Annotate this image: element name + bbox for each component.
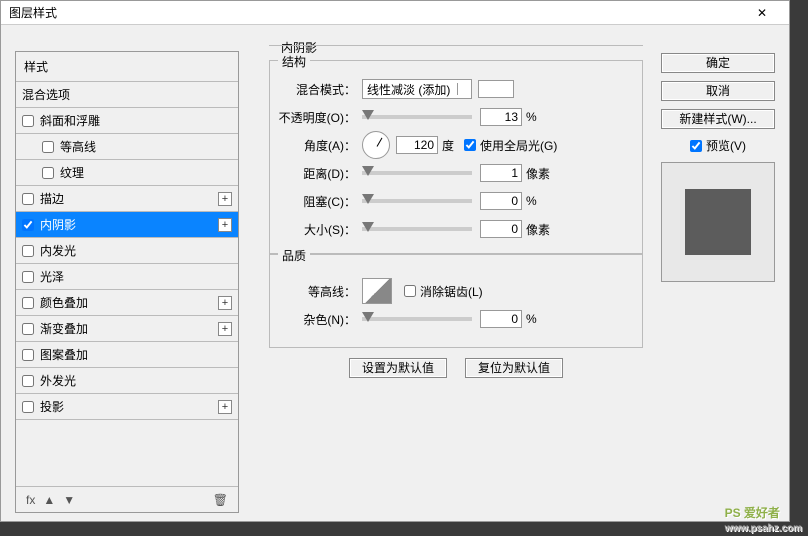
bevel-checkbox[interactable] [22, 115, 34, 127]
outer-glow-checkbox[interactable] [22, 375, 34, 387]
noise-label: 杂色(N)： [278, 311, 362, 328]
stroke-row[interactable]: 描边 + [16, 186, 238, 212]
inner-glow-checkbox[interactable] [22, 245, 34, 257]
titlebar[interactable]: 图层样式 ✕ [1, 1, 789, 25]
dialog-buttons: 确定 取消 新建样式(W)... 预览(V) [661, 53, 775, 282]
structure-group: 结构 混合模式： 线性减淡 (添加) 不透明度(O)： 13 % 角度(A)： [269, 60, 643, 254]
make-default-button[interactable]: 设置为默认值 [349, 358, 447, 378]
contour-row[interactable]: 等高线 [16, 134, 238, 160]
angle-dial[interactable] [362, 131, 390, 159]
blending-options-row[interactable]: 混合选项 [16, 82, 238, 108]
outer-glow-row[interactable]: 外发光 [16, 368, 238, 394]
trash-icon[interactable]: 🗑 [213, 493, 228, 507]
global-light-label: 使用全局光(G) [480, 137, 557, 154]
satin-checkbox[interactable] [22, 271, 34, 283]
preview-box [661, 162, 775, 282]
choke-label: 阻塞(C)： [278, 193, 362, 210]
global-light-checkbox[interactable] [464, 139, 476, 151]
inner-shadow-row[interactable]: 内阴影 + [16, 212, 238, 238]
arrow-up-icon[interactable]: ▲ [43, 493, 55, 507]
add-icon[interactable]: + [218, 322, 232, 336]
quality-label: 品质 [278, 247, 310, 264]
effect-settings: 内阴影 结构 混合模式： 线性减淡 (添加) 不透明度(O)： 13 % [269, 45, 643, 523]
inner-glow-row[interactable]: 内发光 [16, 238, 238, 264]
drop-shadow-checkbox[interactable] [22, 401, 34, 413]
preview-checkbox[interactable] [690, 140, 702, 152]
styles-footer: fx ▲ ▼ 🗑 [16, 486, 238, 512]
preview-label: 预览(V) [706, 137, 746, 154]
blend-mode-label: 混合模式： [278, 81, 362, 98]
fx-icon[interactable]: fx [26, 493, 35, 507]
size-slider[interactable] [362, 227, 472, 231]
arrow-down-icon[interactable]: ▼ [63, 493, 75, 507]
contour-picker[interactable] [362, 278, 392, 304]
styles-header[interactable]: 样式 [16, 52, 238, 82]
color-overlay-row[interactable]: 颜色叠加 + [16, 290, 238, 316]
distance-slider[interactable] [362, 171, 472, 175]
watermark: PS 爱好者 www.psahz.com [725, 500, 802, 534]
add-icon[interactable]: + [218, 218, 232, 232]
close-icon[interactable]: ✕ [743, 6, 781, 20]
angle-input[interactable]: 120 [396, 136, 438, 154]
choke-slider[interactable] [362, 199, 472, 203]
inner-shadow-checkbox[interactable] [22, 219, 34, 231]
noise-input[interactable]: 0 [480, 310, 522, 328]
stroke-checkbox[interactable] [22, 193, 34, 205]
contour-label: 等高线： [278, 283, 362, 300]
reset-default-button[interactable]: 复位为默认值 [465, 358, 563, 378]
drop-shadow-row[interactable]: 投影 + [16, 394, 238, 420]
bevel-row[interactable]: 斜面和浮雕 [16, 108, 238, 134]
add-icon[interactable]: + [218, 400, 232, 414]
opacity-label: 不透明度(O)： [278, 109, 362, 126]
opacity-slider[interactable] [362, 115, 472, 119]
texture-row[interactable]: 纹理 [16, 160, 238, 186]
size-label: 大小(S)： [278, 221, 362, 238]
color-overlay-checkbox[interactable] [22, 297, 34, 309]
gradient-overlay-row[interactable]: 渐变叠加 + [16, 316, 238, 342]
quality-group: 品质 等高线： 消除锯齿(L) 杂色(N)： 0 % [269, 254, 643, 348]
pattern-overlay-row[interactable]: 图案叠加 [16, 342, 238, 368]
noise-slider[interactable] [362, 317, 472, 321]
gradient-overlay-checkbox[interactable] [22, 323, 34, 335]
add-icon[interactable]: + [218, 296, 232, 310]
angle-label: 角度(A)： [278, 137, 362, 154]
distance-input[interactable]: 1 [480, 164, 522, 182]
choke-input[interactable]: 0 [480, 192, 522, 210]
distance-label: 距离(D)： [278, 165, 362, 182]
blend-mode-select[interactable]: 线性减淡 (添加) [362, 79, 472, 99]
cancel-button[interactable]: 取消 [661, 81, 775, 101]
texture-checkbox[interactable] [42, 167, 54, 179]
add-icon[interactable]: + [218, 192, 232, 206]
new-style-button[interactable]: 新建样式(W)... [661, 109, 775, 129]
preview-swatch [685, 189, 751, 255]
satin-row[interactable]: 光泽 [16, 264, 238, 290]
antialias-label: 消除锯齿(L) [420, 283, 483, 300]
antialias-checkbox[interactable] [404, 285, 416, 297]
color-swatch[interactable] [478, 80, 514, 98]
layer-style-dialog: 图层样式 ✕ 样式 混合选项 斜面和浮雕 等高线 纹理 描边 [0, 0, 790, 522]
structure-label: 结构 [278, 53, 310, 70]
ok-button[interactable]: 确定 [661, 53, 775, 73]
contour-checkbox[interactable] [42, 141, 54, 153]
styles-list: 样式 混合选项 斜面和浮雕 等高线 纹理 描边 + [15, 51, 239, 513]
size-input[interactable]: 0 [480, 220, 522, 238]
opacity-input[interactable]: 13 [480, 108, 522, 126]
pattern-overlay-checkbox[interactable] [22, 349, 34, 361]
dialog-title: 图层样式 [9, 4, 743, 21]
